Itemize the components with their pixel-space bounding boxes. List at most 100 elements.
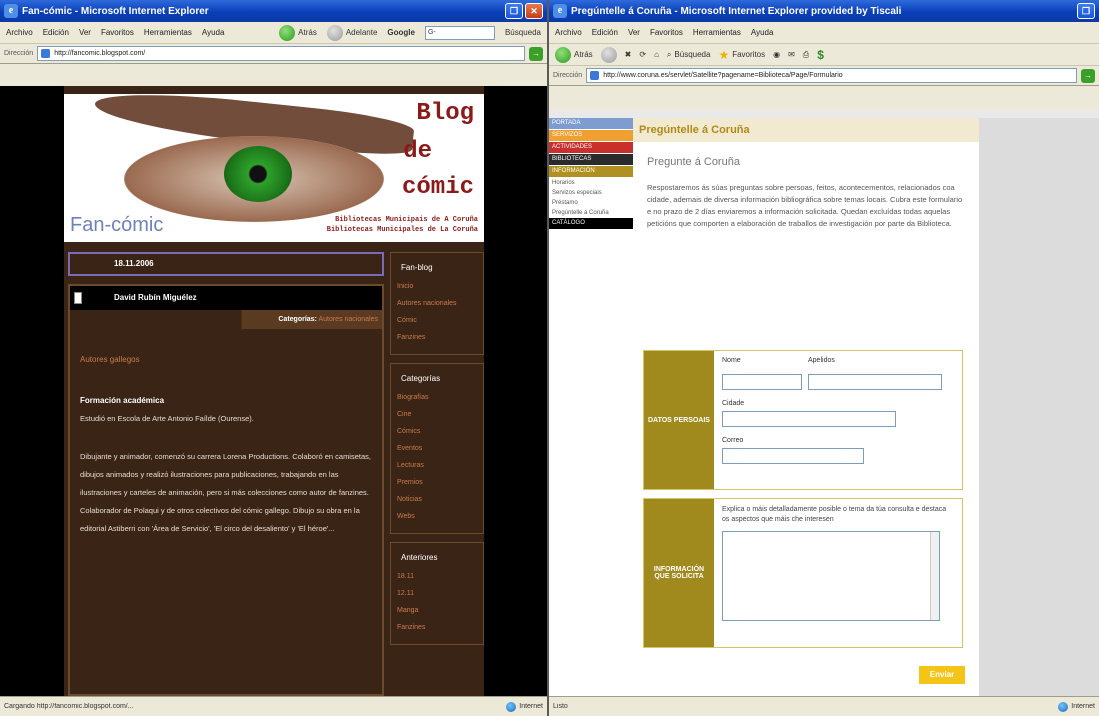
menu-edicion[interactable]: Edición [592, 28, 618, 37]
nav-informacion[interactable]: INFORMACIÓN [549, 166, 633, 177]
name-input[interactable] [722, 374, 802, 390]
ie-icon: e [553, 4, 567, 18]
sidebar-link[interactable]: Fanzines [397, 329, 479, 346]
nav-subitem[interactable]: Préstamo [549, 198, 633, 208]
sidebar-box-fanblog: Fan-blog Inicio Autores nacionales Cómic… [390, 252, 484, 355]
left-titlebar: e Fan-cómic - Microsoft Internet Explore… [0, 0, 547, 22]
nav-portada[interactable]: PORTADA [549, 118, 633, 129]
dollar-icon[interactable]: $ [817, 48, 824, 62]
security-zone: Internet [506, 701, 543, 712]
home-icon[interactable]: ⌂ [654, 50, 659, 59]
request-textarea[interactable] [722, 531, 940, 621]
nav-actividades[interactable]: ACTIVIDADES [549, 142, 633, 153]
left-menubar: Archivo Edición Ver Favoritos Herramient… [0, 22, 547, 44]
blog-title-line-3: cómic [401, 174, 474, 201]
left-addressbar: Dirección http://fancomic.blogspot.com/ … [0, 44, 547, 64]
right-toolbar: Atrás ✖ ⟳ ⌂ ⌕ Búsqueda ★ Favoritos ◉ ✉ ⎙ $ [549, 44, 1099, 66]
google-search-input[interactable]: G- [424, 25, 495, 40]
nav-bibliotecas[interactable]: BIBLIOTECAS [549, 154, 633, 165]
right-statusbar: Listo Internet [549, 696, 1099, 716]
back-arrow-icon [279, 24, 296, 41]
forward-button[interactable]: Adelante [326, 24, 377, 41]
request-section: INFORMACIÓN QUE SOLICITA Explica o máis … [643, 498, 963, 648]
request-instructions: Explica o máis detalladamente posible o … [722, 506, 947, 523]
nav-servizos[interactable]: SERVIZOS [549, 130, 633, 141]
sidebar-link[interactable]: Cómics [397, 423, 479, 440]
google-search-button[interactable]: Búsqueda [505, 28, 541, 37]
sidebar-link[interactable]: Noticias [397, 491, 479, 508]
post-date: 18.11.2006 [68, 252, 384, 276]
library-line-1: Bibliotecas Municipais de A Coruña [335, 216, 478, 224]
search-icon: ⌕ [666, 49, 672, 59]
back-button[interactable]: Atrás [555, 46, 593, 63]
right-addressbar: Dirección http://www.coruna.es/servlet/S… [549, 66, 1099, 86]
mail-icon[interactable]: ✉ [788, 50, 795, 59]
menu-edicion[interactable]: Edición [43, 28, 69, 37]
sidebar-link[interactable]: Fanzines [397, 619, 479, 636]
email-label: Correo [722, 437, 744, 444]
forward-arrow-icon[interactable] [600, 46, 617, 63]
sidebar-link[interactable]: Cómic [397, 312, 479, 329]
menu-ayuda[interactable]: Ayuda [202, 28, 225, 37]
address-input[interactable]: http://fancomic.blogspot.com/ [37, 46, 525, 61]
search-button[interactable]: ⌕ Búsqueda [667, 50, 711, 60]
menu-favoritos[interactable]: Favoritos [650, 28, 683, 37]
status-text: Cargando http://fancomic.blogspot.com/..… [4, 703, 134, 710]
menu-archivo[interactable]: Archivo [6, 28, 33, 37]
sidebar-link[interactable]: Premios [397, 474, 479, 491]
nav-subitem[interactable]: Servizos especiais [549, 188, 633, 198]
google-logo: Google [387, 28, 415, 37]
blog-title-line-1: Blog [416, 100, 474, 127]
city-input[interactable] [722, 411, 896, 427]
menu-ver[interactable]: Ver [79, 28, 91, 37]
globe-icon [1058, 701, 1069, 712]
post-category: Categorías: Autores nacionales [70, 310, 382, 329]
menu-herramientas[interactable]: Herramientas [144, 28, 192, 37]
refresh-icon[interactable]: ⟳ [639, 50, 646, 59]
sidebar-link[interactable]: Manga [397, 602, 479, 619]
menu-archivo[interactable]: Archivo [555, 28, 582, 37]
sidebar-link[interactable]: Biografías [397, 389, 479, 406]
request-label: INFORMACIÓN QUE SOLICITA [644, 499, 714, 647]
post-paragraph: Dibujante y animador, comenzó su carrera… [80, 452, 371, 533]
sidebar-link[interactable]: Lecturas [397, 457, 479, 474]
sidebar-link[interactable]: Eventos [397, 440, 479, 457]
go-button[interactable]: → [529, 46, 543, 61]
address-input[interactable]: http://www.coruna.es/servlet/Satellite?p… [586, 68, 1077, 83]
media-icon[interactable]: ◉ [773, 50, 780, 59]
section-heading: Formación académica [80, 396, 165, 405]
submit-button[interactable]: Enviar [919, 666, 965, 684]
right-window-title: Pregúntelle á Coruña - Microsoft Interne… [571, 5, 902, 17]
forward-arrow-icon [326, 24, 343, 41]
personal-data-section: DATOS PERSOAIS Nome Apelidos Cidade Corr… [643, 350, 963, 490]
nav-catalogo[interactable]: CATÁLOGO [549, 218, 633, 229]
sidebar-link[interactable]: 18.11 [397, 568, 479, 585]
menu-favoritos[interactable]: Favoritos [101, 28, 134, 37]
nav-subitem[interactable]: Horarios [549, 178, 633, 188]
email-input[interactable] [722, 448, 864, 464]
left-window-title: Fan-cómic - Microsoft Internet Explorer [22, 5, 209, 17]
left-browser-window: e Fan-cómic - Microsoft Internet Explore… [0, 0, 547, 716]
site-nav: PORTADA SERVIZOS ACTIVIDADES BIBLIOTECAS… [549, 118, 633, 696]
menu-ver[interactable]: Ver [628, 28, 640, 37]
close-icon[interactable]: ✕ [525, 3, 543, 19]
favorites-button[interactable]: ★ Favoritos [718, 48, 765, 62]
restore-icon[interactable]: ❐ [1077, 3, 1095, 19]
nav-subitem[interactable]: Pregúntelle á Coruña [549, 208, 633, 218]
restore-icon[interactable]: ❐ [505, 3, 523, 19]
post-header: David Rubín Miguélez [70, 286, 382, 310]
sidebar-link[interactable]: Autores nacionales [397, 295, 479, 312]
category-link[interactable]: Autores nacionales [318, 316, 378, 323]
stop-icon[interactable]: ✖ [625, 50, 632, 59]
menu-ayuda[interactable]: Ayuda [751, 28, 774, 37]
sidebar-link[interactable]: 12.11 [397, 585, 479, 602]
sidebar-link[interactable]: Webs [397, 508, 479, 525]
sidebar-link[interactable]: Inicio [397, 278, 479, 295]
go-button[interactable]: → [1081, 68, 1095, 83]
print-icon[interactable]: ⎙ [803, 50, 809, 60]
menu-herramientas[interactable]: Herramientas [693, 28, 741, 37]
sidebar-link[interactable]: Cine [397, 406, 479, 423]
post-link[interactable]: Autores gallegos [80, 355, 382, 364]
surname-input[interactable] [808, 374, 942, 390]
back-button[interactable]: Atrás [279, 24, 317, 41]
